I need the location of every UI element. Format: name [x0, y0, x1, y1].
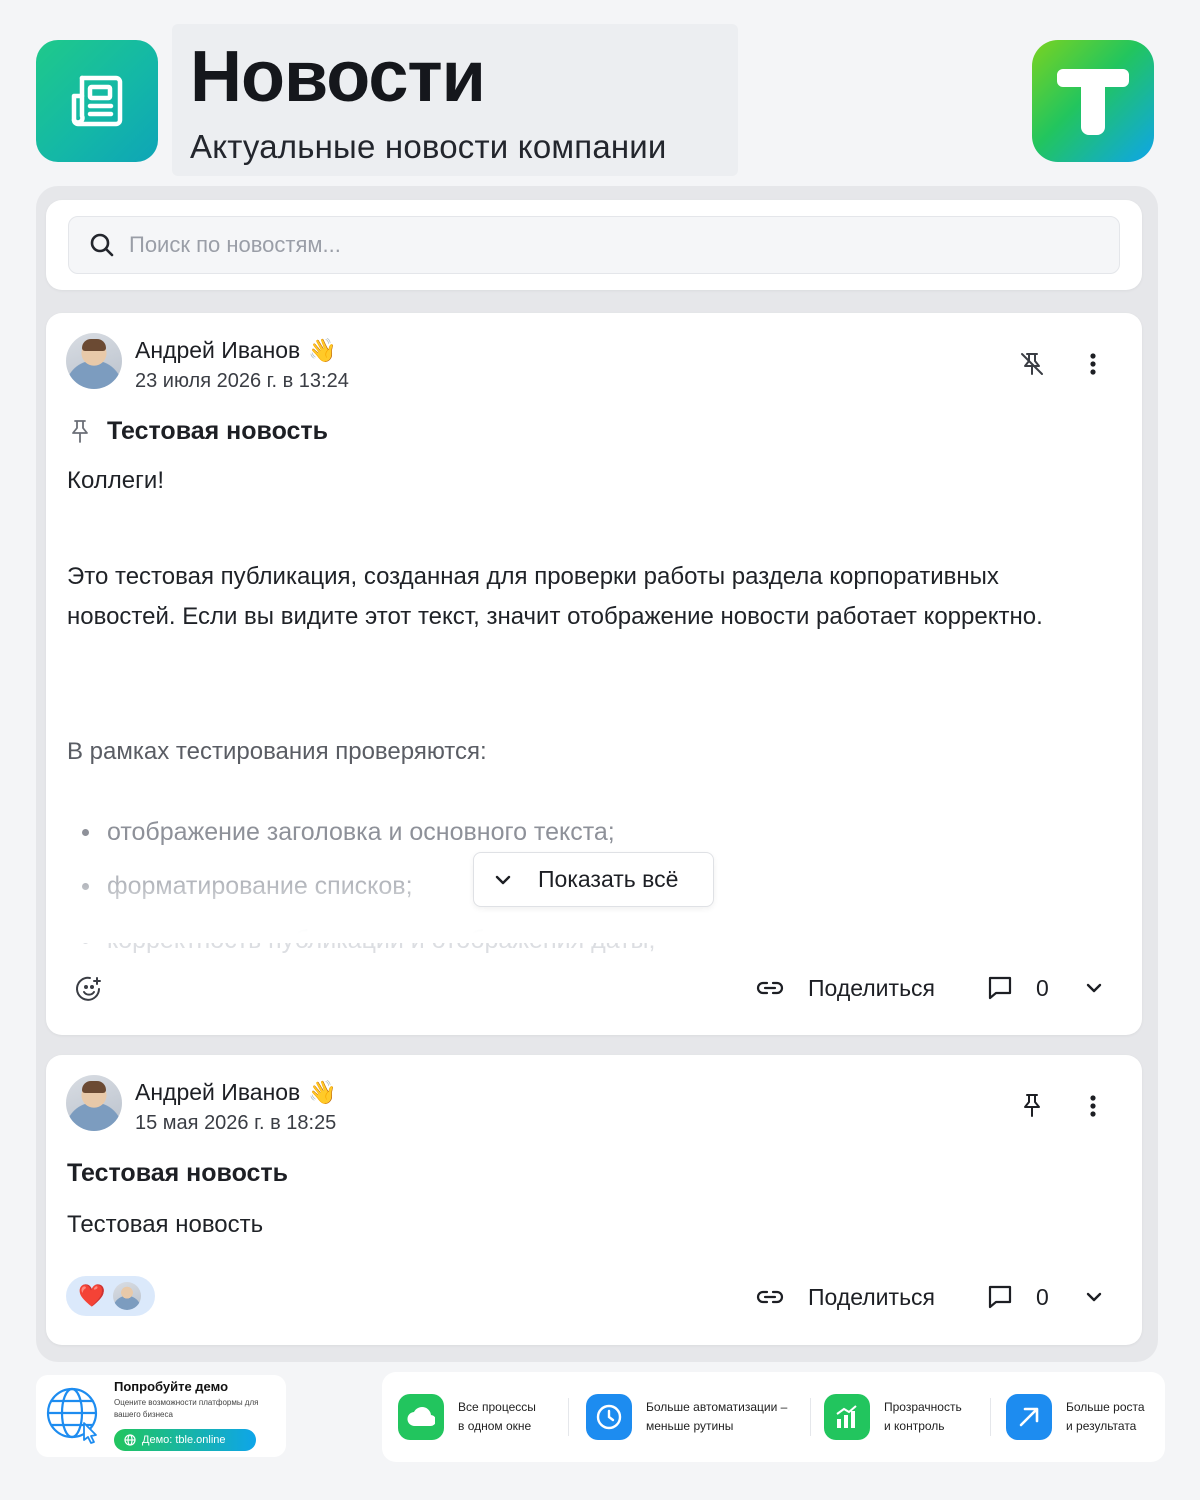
- promo-title: Попробуйте демо: [114, 1379, 229, 1394]
- features-strip: Все процессы в одном окне Больше автомат…: [382, 1372, 1165, 1462]
- author-name[interactable]: Андрей Иванов 👋: [135, 337, 337, 364]
- author-avatar[interactable]: [66, 333, 122, 389]
- feature-item: Больше автоматизации – меньше рутины: [586, 1392, 787, 1442]
- expand-comments-button[interactable]: [1076, 970, 1112, 1006]
- divider: [810, 1398, 811, 1436]
- unpin-icon: [1021, 353, 1043, 375]
- more-options-button[interactable]: [1075, 346, 1111, 382]
- page-title: Новости: [190, 37, 486, 117]
- search-input[interactable]: [129, 232, 1029, 258]
- chevron-down-icon: [1086, 1292, 1102, 1302]
- show-all-label: Показать всё: [538, 866, 679, 892]
- post-title: Тестовая новость: [67, 417, 328, 446]
- divider: [568, 1398, 569, 1436]
- comment-icon: [988, 976, 1012, 1000]
- demo-promo-card[interactable]: Попробуйте демо Оцените возможности плат…: [36, 1375, 286, 1457]
- comments-count: 0: [1036, 1283, 1049, 1310]
- news-post: Андрей Иванов 👋 23 июля 2026 г. в 13:24 …: [46, 313, 1142, 1035]
- arrow-up-right-icon: [1006, 1394, 1052, 1440]
- demo-link-label: Демо: tble.online: [142, 1434, 226, 1446]
- promo-subtitle: Оцените возможности платформы для вашего…: [114, 1398, 259, 1419]
- search-field[interactable]: [68, 216, 1120, 274]
- chevron-down-icon: [1086, 983, 1102, 993]
- cloud-icon: [398, 1394, 444, 1440]
- brand-logo: [1032, 40, 1154, 162]
- link-icon: [756, 981, 784, 995]
- clock-icon: [586, 1394, 632, 1440]
- feature-text: Все процессы в одном окне: [458, 1400, 536, 1433]
- add-reaction-button[interactable]: [68, 967, 112, 1011]
- author-avatar[interactable]: [66, 1075, 122, 1131]
- comments-button[interactable]: 0: [986, 1272, 1049, 1322]
- more-vertical-icon: [1090, 353, 1096, 375]
- feature-text: Больше автоматизации – меньше рутины: [646, 1400, 788, 1433]
- waving-hand-emoji: 👋: [308, 337, 337, 363]
- globe-icon: [46, 1387, 98, 1444]
- comments-button[interactable]: 0: [986, 963, 1049, 1013]
- brand-t-logo-icon: [1057, 69, 1129, 135]
- more-vertical-icon: [1090, 1095, 1096, 1117]
- search-icon: [90, 233, 114, 257]
- link-icon: [756, 1290, 784, 1304]
- post-paragraph: Это тестовая публикация, созданная для п…: [67, 563, 1043, 630]
- feature-item: Больше роста и результата: [1006, 1392, 1145, 1442]
- post-paragraph: В рамках тестирования проверяются:: [67, 738, 487, 765]
- comments-count: 0: [1036, 974, 1049, 1001]
- post-actions: Поделиться 0: [46, 1272, 1142, 1322]
- share-label: Поделиться: [808, 1283, 936, 1310]
- feature-item: Все процессы в одном окне: [398, 1392, 536, 1442]
- expand-comments-button[interactable]: [1076, 1279, 1112, 1315]
- comment-icon: [988, 1285, 1012, 1309]
- list-item: отображение заголовка и основного текста…: [82, 805, 1082, 859]
- bar-chart-icon: [824, 1394, 870, 1440]
- author-name-text: Андрей Иванов: [135, 337, 301, 363]
- more-options-button[interactable]: [1075, 1088, 1111, 1124]
- pin-icon: [72, 419, 88, 443]
- post-title: Тестовая новость: [67, 1159, 288, 1188]
- pin-icon: [1024, 1094, 1040, 1117]
- share-button[interactable]: Поделиться: [756, 1272, 935, 1322]
- post-greeting: Коллеги!: [67, 467, 164, 494]
- post-body: Тестовая новость: [67, 1211, 264, 1238]
- feature-item: Прозрачность и контроль: [824, 1392, 962, 1442]
- feature-text: Больше роста и результата: [1066, 1400, 1145, 1433]
- news-post: Андрей Иванов 👋 15 мая 2026 г. в 18:25 Т…: [46, 1055, 1142, 1345]
- add-reaction-icon: [76, 976, 101, 1001]
- waving-hand-emoji: 👋: [308, 1079, 337, 1105]
- unpin-button[interactable]: [1014, 346, 1050, 382]
- show-all-button[interactable]: Показать всё: [473, 852, 714, 907]
- share-label: Поделиться: [808, 974, 936, 1001]
- newspaper-icon: [71, 75, 123, 127]
- post-title-text: Тестовая новость: [107, 417, 329, 445]
- pin-button[interactable]: [1014, 1088, 1050, 1124]
- news-app-icon: [36, 40, 158, 162]
- post-actions: Поделиться 0: [46, 963, 1142, 1013]
- globe-small-icon: [124, 1434, 136, 1446]
- share-button[interactable]: Поделиться: [756, 963, 935, 1013]
- search-card: [46, 200, 1142, 290]
- page-subtitle: Актуальные новости компании: [190, 128, 667, 165]
- feature-text: Прозрачность и контроль: [884, 1400, 962, 1433]
- divider: [990, 1398, 991, 1436]
- post-date: 15 мая 2026 г. в 18:25: [135, 1112, 337, 1134]
- chevron-down-icon: [495, 875, 511, 884]
- author-name[interactable]: Андрей Иванов 👋: [135, 1079, 337, 1106]
- demo-link-button[interactable]: Демо: tble.online: [114, 1429, 256, 1451]
- post-title-text: Тестовая новость: [67, 1159, 289, 1187]
- post-date: 23 июля 2026 г. в 13:24: [135, 370, 349, 392]
- author-name-text: Андрей Иванов: [135, 1079, 301, 1105]
